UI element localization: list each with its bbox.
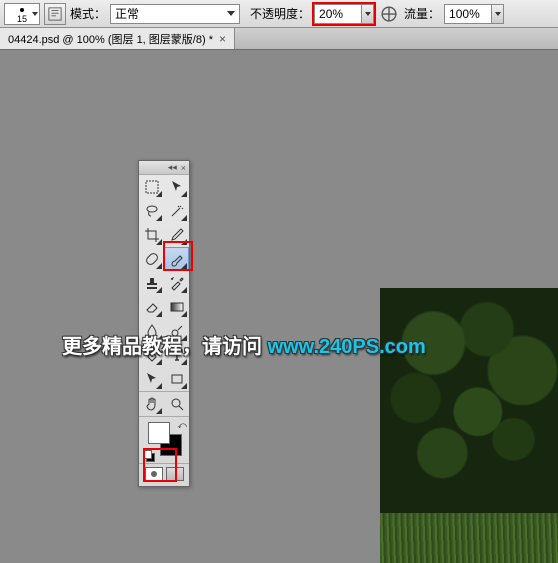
- watermark-prefix: 更多精品教程，请访问: [62, 336, 268, 358]
- pressure-opacity-toggle[interactable]: [378, 3, 400, 25]
- opacity-label: 不透明度：: [250, 5, 310, 22]
- canvas-area: ◂◂ × ⤺: [0, 50, 558, 513]
- brush-preset-picker[interactable]: 15: [4, 3, 40, 25]
- tools-panel: ◂◂ × ⤺: [138, 160, 190, 487]
- default-colors-icon[interactable]: [143, 450, 153, 460]
- move-tool[interactable]: [164, 175, 189, 199]
- path-selection-tool[interactable]: [139, 367, 164, 391]
- opacity-input[interactable]: 20%: [314, 4, 362, 24]
- eraser-tool[interactable]: [139, 295, 164, 319]
- blend-mode-value: 正常: [115, 5, 139, 22]
- tools-panel-header[interactable]: ◂◂ ×: [139, 161, 189, 175]
- document-tab-bar: 04424.psd @ 100% (图层 1, 图层蒙版/8) * ×: [0, 28, 558, 50]
- mode-label: 模式：: [70, 5, 106, 22]
- collapse-icon[interactable]: ◂◂: [168, 162, 177, 173]
- shape-tool[interactable]: [164, 367, 189, 391]
- opacity-control: 20%: [314, 4, 374, 24]
- foreground-color-swatch[interactable]: [148, 422, 170, 444]
- hand-tool[interactable]: [139, 392, 164, 416]
- screen-mode-row: [139, 464, 189, 486]
- grass-graphic: [380, 513, 558, 563]
- close-icon[interactable]: ×: [181, 163, 186, 173]
- tools-grid: [139, 175, 189, 416]
- brush-panel-toggle[interactable]: [44, 3, 66, 25]
- chevron-down-icon: [32, 12, 38, 16]
- flow-value: 100%: [449, 7, 480, 21]
- flow-label: 流量：: [404, 5, 440, 22]
- gradient-tool[interactable]: [164, 295, 189, 319]
- lasso-tool[interactable]: [139, 199, 164, 223]
- magic-wand-tool[interactable]: [164, 199, 189, 223]
- color-swatches[interactable]: ⤺: [139, 417, 191, 463]
- magnifier-icon: [169, 396, 185, 412]
- document-tab[interactable]: 04424.psd @ 100% (图层 1, 图层蒙版/8) * ×: [0, 28, 235, 49]
- swap-colors-icon[interactable]: ⤺: [177, 420, 187, 431]
- opacity-value: 20%: [319, 7, 343, 21]
- clone-stamp-tool[interactable]: [139, 271, 164, 295]
- flow-dropdown[interactable]: [492, 4, 504, 24]
- quickmask-toggle[interactable]: [145, 467, 163, 481]
- healing-brush-tool[interactable]: [139, 247, 164, 271]
- brush-panel-icon: [48, 7, 62, 21]
- document-tab-title: 04424.psd @ 100% (图层 1, 图层蒙版/8) *: [8, 31, 213, 47]
- tablet-pressure-icon: [378, 3, 400, 25]
- eyedropper-tool[interactable]: [164, 223, 189, 247]
- zoom-tool[interactable]: [164, 392, 189, 416]
- flow-input[interactable]: 100%: [444, 4, 492, 24]
- blend-mode-select[interactable]: 正常: [110, 4, 240, 24]
- opacity-dropdown[interactable]: [362, 4, 374, 24]
- brush-dot-icon: [20, 8, 24, 12]
- watermark-url: www.240PS.com: [268, 336, 426, 358]
- options-bar: 15 模式： 正常 不透明度： 20% 流量： 100%: [0, 0, 558, 28]
- brush-tool[interactable]: [164, 247, 189, 271]
- watermark-text: 更多精品教程，请访问 www.240PS.com: [62, 330, 426, 359]
- close-icon[interactable]: ×: [219, 32, 226, 46]
- history-brush-tool[interactable]: [164, 271, 189, 295]
- brush-size-value: 15: [17, 14, 27, 24]
- screen-mode-toggle[interactable]: [166, 467, 184, 481]
- chevron-down-icon: [227, 11, 235, 16]
- marquee-tool[interactable]: [139, 175, 164, 199]
- crop-tool[interactable]: [139, 223, 164, 247]
